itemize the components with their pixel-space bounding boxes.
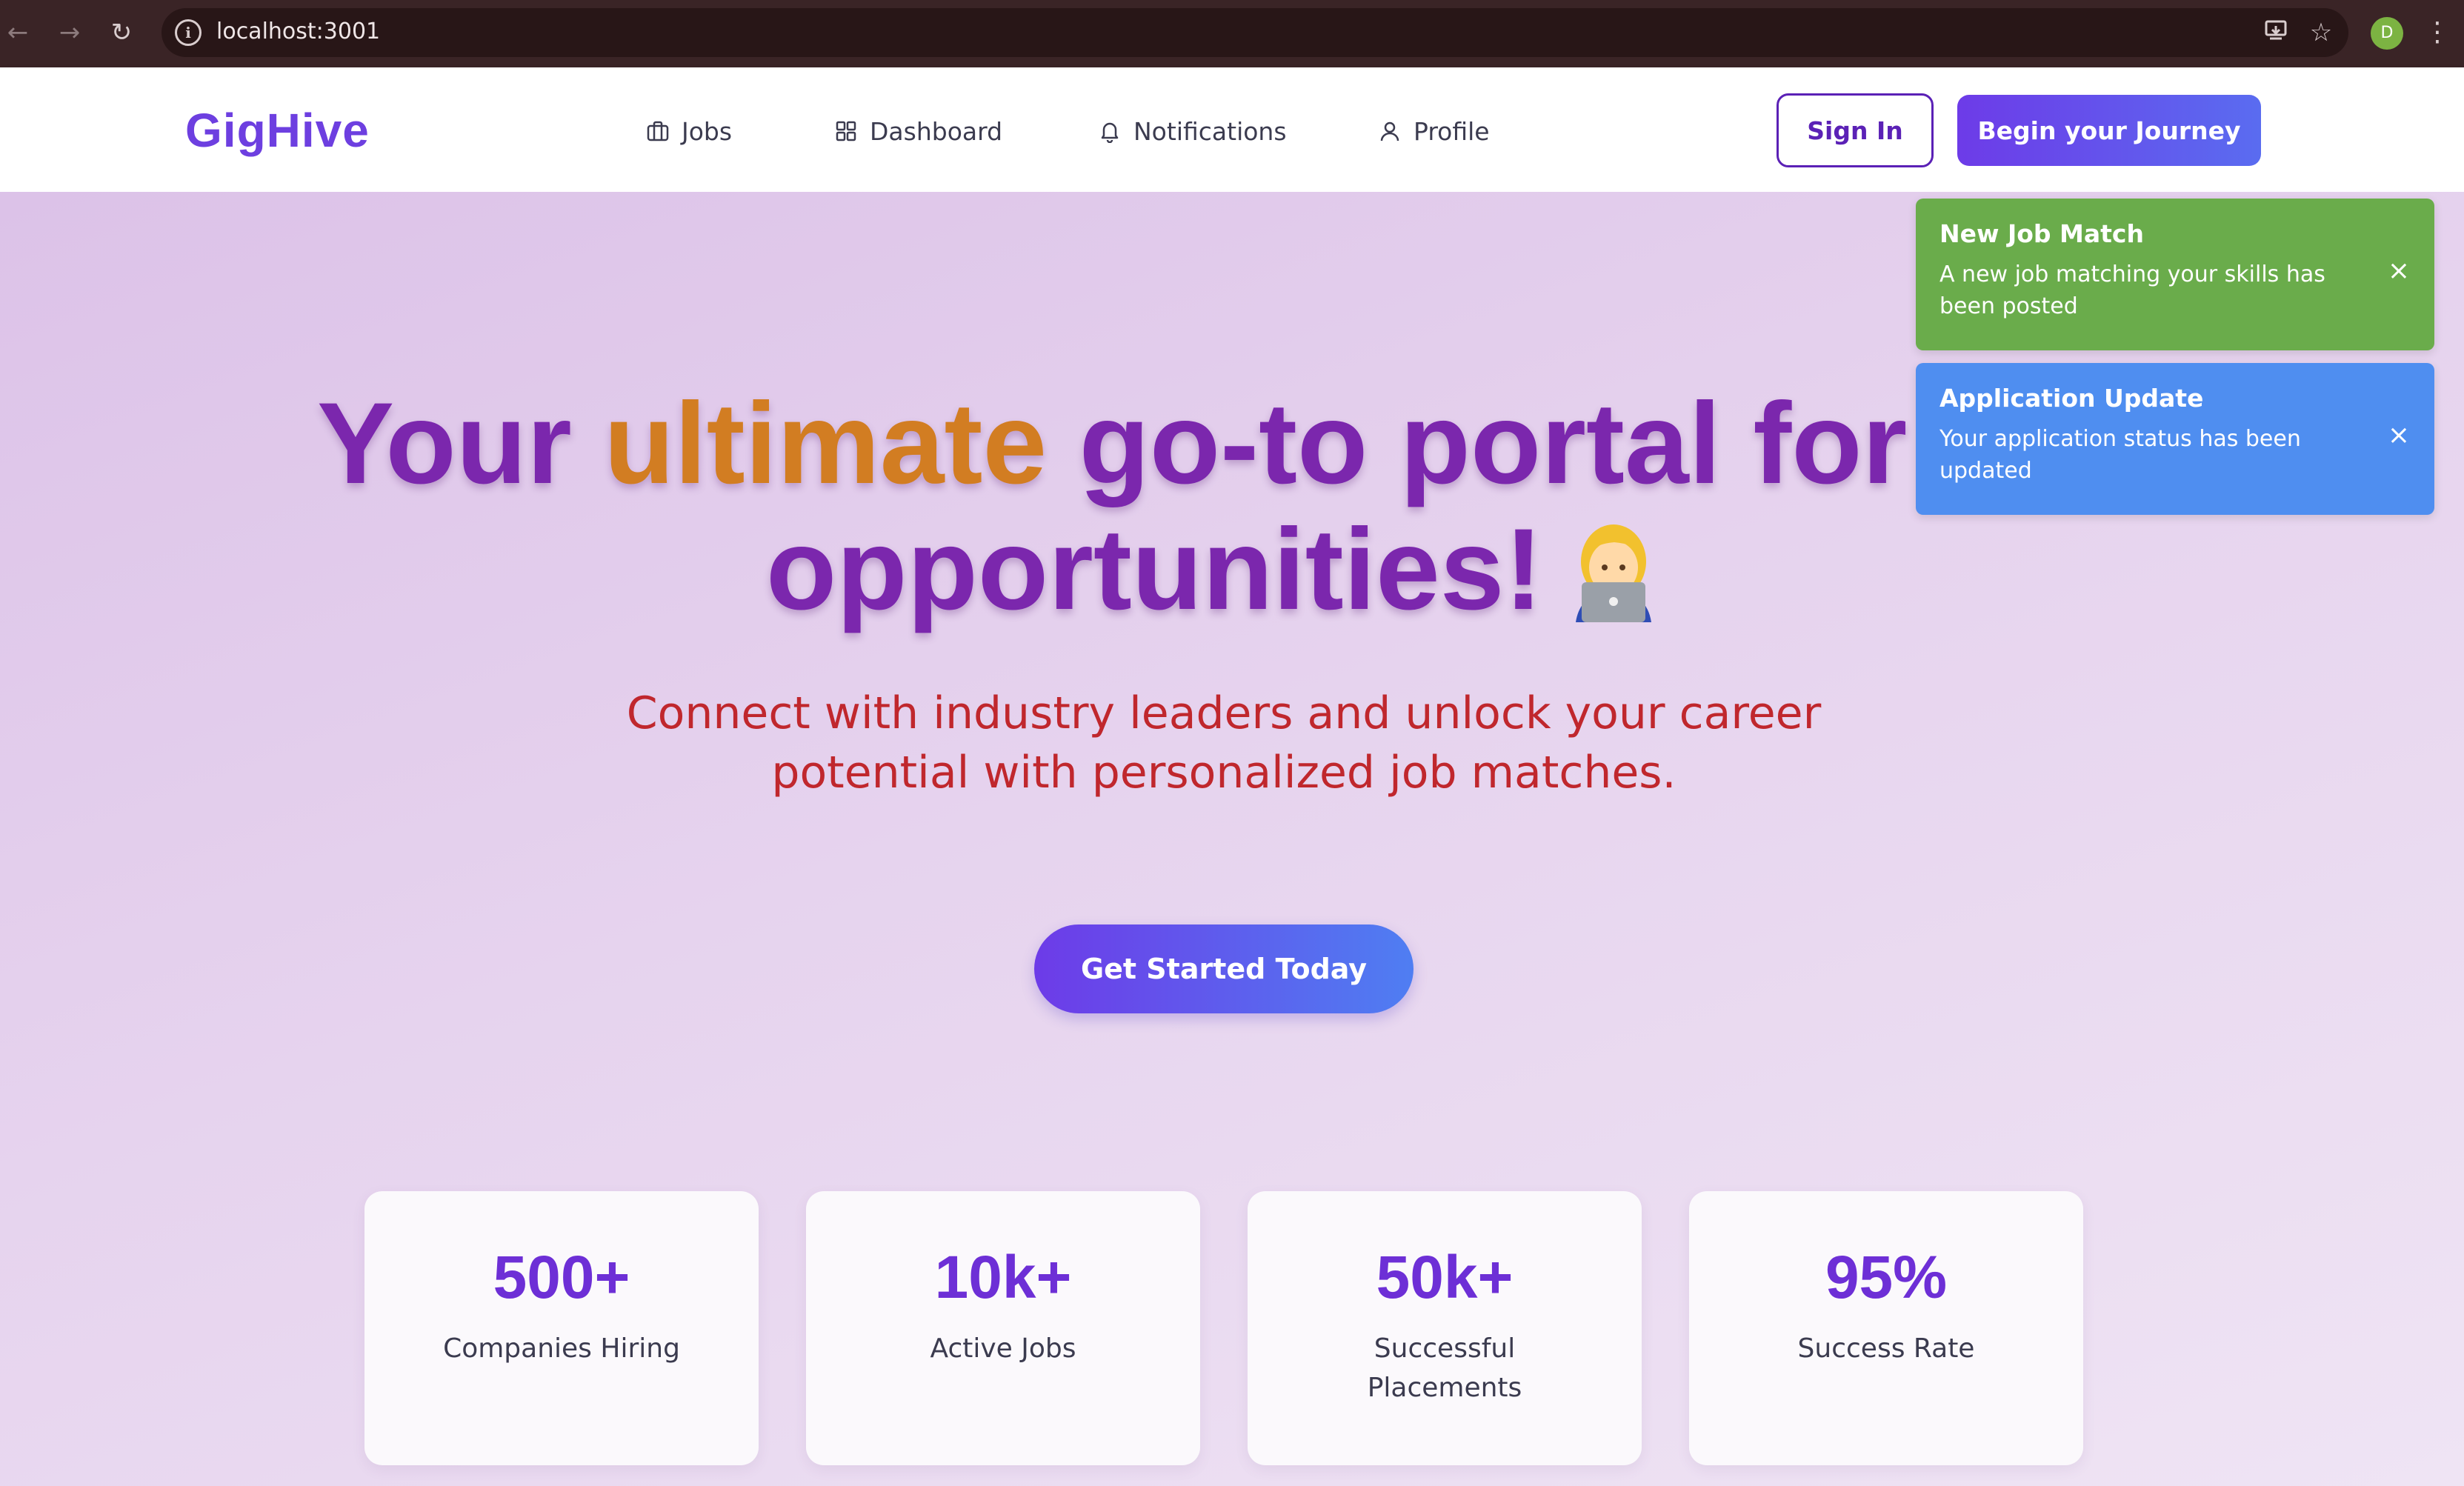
briefcase-icon xyxy=(645,118,671,144)
stat-value: 500+ xyxy=(493,1244,630,1311)
forward-icon[interactable]: → xyxy=(53,16,86,49)
bell-icon xyxy=(1096,118,1123,144)
toast-new-job-match: New Job Match A new job matching your sk… xyxy=(1916,199,2434,350)
install-app-icon[interactable] xyxy=(2261,17,2292,48)
stat-label: Successful Placements xyxy=(1367,1333,1522,1403)
headline-accent: ultimate xyxy=(604,379,1048,508)
site-info-icon[interactable]: i xyxy=(175,19,202,46)
headline-part2: go-to portal for xyxy=(1047,379,1908,508)
close-icon[interactable]: × xyxy=(2385,422,2412,449)
toast-title: New Job Match xyxy=(1939,219,2144,248)
browser-menu-icon[interactable]: ⋮ xyxy=(2424,16,2451,49)
nav-profile-label: Profile xyxy=(1414,116,1490,146)
stat-label: Companies Hiring xyxy=(443,1333,680,1364)
url-text[interactable]: localhost:3001 xyxy=(216,19,380,44)
nav-notifications-label: Notifications xyxy=(1133,116,1287,146)
site-header: GigHive Jobs Dashboard Notifications Pro… xyxy=(0,67,2464,192)
logo[interactable]: GigHive xyxy=(185,103,370,158)
stat-label: Active Jobs xyxy=(930,1333,1076,1364)
begin-journey-button[interactable]: Begin your Journey xyxy=(1957,95,2261,166)
back-icon[interactable]: ← xyxy=(1,16,34,49)
stat-value: 10k+ xyxy=(934,1244,1072,1311)
address-bar[interactable]: i localhost:3001 ☆ xyxy=(162,8,2348,57)
stat-label: Success Rate xyxy=(1797,1333,1975,1364)
nav-notifications[interactable]: Notifications xyxy=(1096,109,1287,153)
nav-dashboard-label: Dashboard xyxy=(870,116,1003,146)
woman-technologist-emoji-icon xyxy=(1565,519,1662,622)
toast-title: Application Update xyxy=(1939,384,2204,413)
user-icon xyxy=(1376,118,1403,144)
stat-card: 10k+ Active Jobs xyxy=(806,1191,1200,1465)
stat-card: 95% Success Rate xyxy=(1689,1191,2083,1465)
close-icon[interactable]: × xyxy=(2385,258,2412,284)
stat-value: 95% xyxy=(1825,1244,1948,1311)
headline-part1: Your xyxy=(317,379,605,508)
stat-card: 500+ Companies Hiring xyxy=(364,1191,759,1465)
get-started-button[interactable]: Get Started Today xyxy=(1034,924,1414,1013)
nav-jobs[interactable]: Jobs xyxy=(645,109,732,153)
nav-dashboard[interactable]: Dashboard xyxy=(833,109,1002,153)
nav-profile[interactable]: Profile xyxy=(1376,109,1490,153)
bookmark-star-icon[interactable]: ☆ xyxy=(2305,17,2337,48)
nav-jobs-label: Jobs xyxy=(682,116,733,146)
browser-toolbar: ← → ↻ i localhost:3001 ☆ D ⋮ xyxy=(0,0,2464,67)
subtitle-line2: potential with personalized job matches. xyxy=(771,747,1676,799)
hero-subtitle: Connect with industry leaders and unlock… xyxy=(0,684,2448,802)
toast-application-update: Application Update Your application stat… xyxy=(1916,363,2434,515)
profile-avatar[interactable]: D xyxy=(2371,17,2403,50)
subtitle-line1: Connect with industry leaders and unlock… xyxy=(626,687,1822,739)
toast-message: Your application status has been updated xyxy=(1939,426,2301,484)
grid-icon xyxy=(833,118,859,144)
headline-line2: opportunities! xyxy=(766,505,1543,634)
toast-message: A new job matching your skills has been … xyxy=(1939,261,2325,319)
sign-in-button[interactable]: Sign In xyxy=(1777,93,1934,167)
reload-icon[interactable]: ↻ xyxy=(105,16,138,49)
stat-value: 50k+ xyxy=(1376,1244,1514,1311)
stat-card: 50k+ Successful Placements xyxy=(1248,1191,1642,1465)
